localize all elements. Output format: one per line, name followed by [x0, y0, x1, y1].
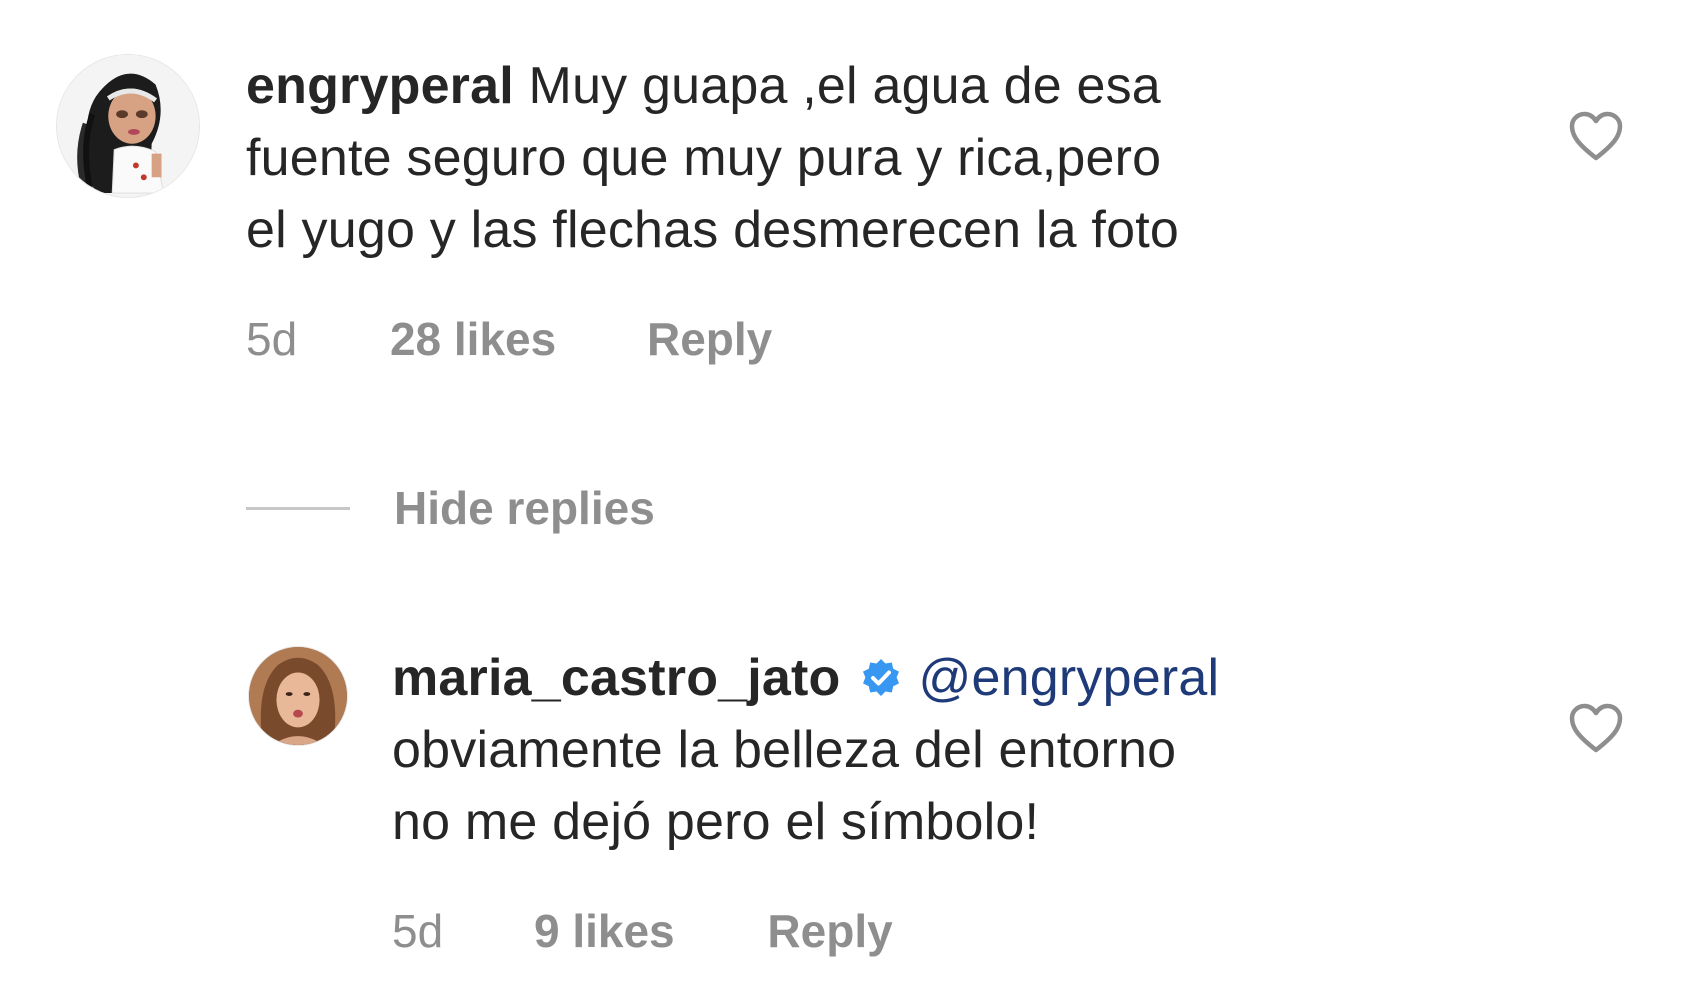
- reply-like-heart-icon[interactable]: [1568, 702, 1624, 754]
- verified-badge-icon: [859, 657, 903, 701]
- reply-text-line1: obviamente la belleza del entorno: [392, 721, 1177, 779]
- reply-text: maria_castro_jato @engryperal obviamente …: [392, 642, 1522, 858]
- comment-meta: 5d 28 likes Reply: [246, 312, 772, 366]
- comment-text-line2: fuente seguro que muy pura y rica,pero: [246, 129, 1162, 187]
- comment-text: engryperal Muy guapa ,el agua de esa fue…: [246, 50, 1496, 266]
- reply-likes-count[interactable]: 9 likes: [534, 904, 675, 958]
- reply-text-line2: no me dejó pero el símbolo!: [392, 793, 1040, 851]
- reply-reply-button[interactable]: Reply: [767, 904, 892, 958]
- comment-likes-count[interactable]: 28 likes: [390, 312, 556, 366]
- reply-time: 5d: [392, 905, 444, 957]
- avatar-maria-castro-jato[interactable]: [248, 646, 348, 746]
- avatar-engryperal[interactable]: [56, 54, 200, 198]
- comment-text-line3: el yugo y las flechas desmerecen la foto: [246, 201, 1179, 259]
- reply-username[interactable]: maria_castro_jato: [392, 649, 841, 707]
- reply-mention-link[interactable]: @engryperal: [919, 649, 1220, 707]
- hide-replies-divider: [246, 506, 350, 510]
- comment-like-heart-icon[interactable]: [1568, 110, 1624, 162]
- comment-time: 5d: [246, 313, 298, 365]
- hide-replies-button[interactable]: Hide replies: [246, 478, 655, 538]
- comment-text-line1: Muy guapa ,el agua de esa: [528, 57, 1161, 115]
- avatar-photo-image: [249, 647, 347, 745]
- avatar-doll-image: [57, 55, 199, 197]
- comment-username[interactable]: engryperal: [246, 57, 514, 115]
- reply-meta: 5d 9 likes Reply: [392, 904, 893, 958]
- comment-reply-button[interactable]: Reply: [647, 312, 772, 366]
- hide-replies-label: Hide replies: [394, 482, 655, 534]
